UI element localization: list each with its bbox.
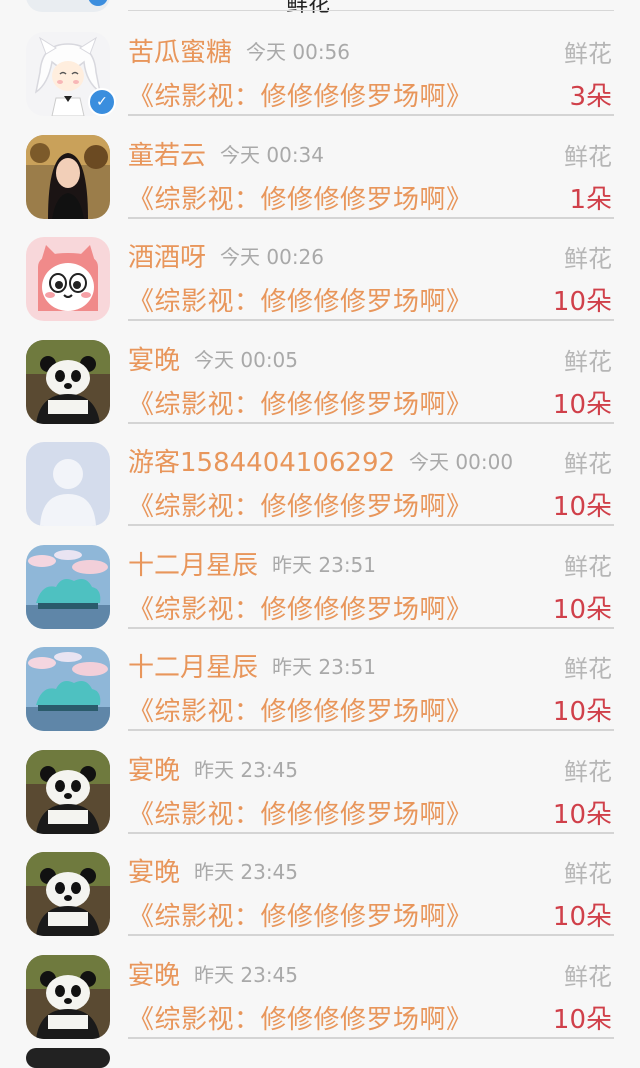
flower-count: 10朵 — [552, 492, 612, 522]
username-label: 宴晚 — [128, 345, 181, 376]
avatar[interactable] — [26, 544, 110, 629]
flower-count: 10朵 — [552, 697, 612, 727]
avatar[interactable] — [26, 339, 110, 424]
book-title-link[interactable]: 《综影视：修修修修罗场啊》 — [128, 794, 473, 831]
username[interactable]: 十二月星辰 昨天 23:51 — [128, 545, 376, 582]
flower-count: 10朵 — [552, 799, 612, 830]
gift-type-label: 鲜花 — [564, 757, 612, 786]
username[interactable]: 宴晚 昨天 23:45 — [128, 955, 298, 992]
flower-count: 1朵 — [569, 184, 612, 215]
username[interactable]: 十二月星辰 昨天 23:51 — [128, 647, 376, 684]
list-item[interactable]: 十二月星辰 昨天 23:51 鲜花《综影视：修修修修罗场啊》 10朵 — [0, 641, 640, 744]
timestamp: 昨天 23:45 — [194, 962, 299, 987]
flower-count: 10朵 — [552, 389, 612, 420]
divider — [128, 10, 614, 11]
divider — [128, 216, 614, 219]
timestamp: 今天 00:34 — [220, 142, 325, 167]
list-item[interactable]: 童若云 今天 00:34 鲜花《综影视：修修修修罗场啊》 1朵 — [0, 129, 640, 232]
timestamp: 今天 00:56 — [246, 40, 351, 64]
gift-type-label: 鲜花 — [564, 450, 612, 478]
username[interactable]: 酒酒呀 今天 00:26 — [128, 237, 324, 274]
username-label: 十二月星辰 — [128, 550, 259, 581]
list-item[interactable]: 宴晚 今天 00:05 鲜花《综影视：修修修修罗场啊》 10朵 — [0, 334, 640, 437]
avatar[interactable] — [26, 237, 110, 321]
flower-count: 10朵 — [552, 287, 612, 317]
timestamp: 今天 00:26 — [220, 245, 325, 269]
avatar[interactable] — [26, 852, 110, 936]
username-label: 童若云 — [128, 140, 207, 171]
username[interactable]: 苦瓜蜜糖 今天 00:56 — [128, 32, 350, 69]
list-item[interactable]: ✓ 苦瓜蜜糖 今天 00:56 鲜花《综影视：修修修修罗场啊》 3朵 — [0, 26, 640, 129]
avatar[interactable] — [26, 749, 110, 834]
username-label: 十二月星辰 — [128, 653, 259, 683]
divider — [128, 114, 614, 116]
timestamp: 今天 00:05 — [194, 347, 299, 372]
username-label: 宴晚 — [128, 858, 181, 888]
flower-count: 10朵 — [552, 594, 612, 625]
verified-badge-icon: ✓ — [88, 88, 116, 116]
gift-type-label: 鲜花 — [564, 655, 612, 683]
divider — [128, 934, 614, 936]
gift-type-label: 鲜花 — [564, 962, 612, 991]
book-title-link[interactable]: 《综影视：修修修修罗场啊》 — [128, 999, 473, 1036]
list-item[interactable]: 宴晚 昨天 23:45 鲜花《综影视：修修修修罗场啊》 10朵 — [0, 744, 640, 847]
flower-count: 10朵 — [552, 902, 612, 932]
divider — [128, 1036, 614, 1039]
divider — [128, 626, 614, 629]
gift-type-label: 鲜花 — [564, 552, 612, 581]
gift-type-label: 鲜花 — [564, 245, 612, 273]
username-label: 酒酒呀 — [128, 243, 207, 273]
flower-gift-list: ✓ 苦瓜蜜糖 今天 00:56 鲜花 《综影视：修修修修罗场啊》 3朵 童若云 今天 00:3… — [0, 26, 640, 1051]
username[interactable]: 宴晚 昨天 23:45 — [128, 750, 298, 787]
gift-type-label: 鲜花 — [564, 40, 612, 68]
username[interactable]: 童若云 今天 00:34 — [128, 135, 324, 172]
divider — [128, 421, 614, 424]
gift-type-label: 鲜花 — [564, 860, 612, 888]
gift-type-label: 鲜花 — [564, 347, 612, 376]
book-title-link[interactable]: 《综影视：修修修修罗场啊》 — [128, 281, 473, 318]
flower-count: 10朵 — [552, 1004, 612, 1035]
timestamp: 昨天 23:51 — [272, 552, 377, 577]
username-label: 游客1584404106292 — [128, 448, 396, 478]
timestamp: 昨天 23:51 — [272, 655, 377, 679]
timestamp: 今天 00:00 — [409, 450, 514, 474]
book-title-link[interactable]: 《综影视：修修修修罗场啊》 — [128, 76, 473, 113]
divider — [128, 729, 614, 731]
list-item[interactable]: 游客1584404106292 今天 00:00 鲜花《综影视：修修修修罗场啊》 10… — [0, 436, 640, 539]
cut-off-label: 鲜花 — [286, 0, 331, 17]
book-title-link[interactable]: 《综影视：修修修修罗场啊》 — [128, 589, 473, 626]
timestamp: 昨天 23:45 — [194, 757, 299, 782]
book-title-link[interactable]: 《综影视：修修修修罗场啊》 — [128, 179, 473, 216]
avatar[interactable] — [26, 647, 110, 731]
next-row-avatar-fragment — [26, 1048, 110, 1068]
username-label: 宴晚 — [128, 960, 181, 991]
divider — [128, 831, 614, 834]
username-label: 宴晚 — [128, 755, 181, 786]
divider — [128, 319, 614, 321]
avatar[interactable] — [26, 954, 110, 1039]
username-label: 苦瓜蜜糖 — [128, 38, 233, 68]
list-item[interactable]: 十二月星辰 昨天 23:51 鲜花《综影视：修修修修罗场啊》 10朵 — [0, 539, 640, 642]
book-title-link[interactable]: 《综影视：修修修修罗场啊》 — [128, 384, 473, 421]
flower-count: 3朵 — [569, 82, 612, 112]
username[interactable]: 宴晚 昨天 23:45 — [128, 852, 298, 889]
gift-type-label: 鲜花 — [564, 142, 612, 171]
avatar[interactable] — [26, 134, 110, 219]
book-title-link[interactable]: 《综影视：修修修修罗场啊》 — [128, 691, 473, 728]
list-item[interactable]: 宴晚 昨天 23:45 鲜花《综影视：修修修修罗场啊》 10朵 — [0, 846, 640, 949]
book-title-link[interactable]: 《综影视：修修修修罗场啊》 — [128, 896, 473, 933]
username[interactable]: 游客1584404106292 今天 00:00 — [128, 442, 513, 479]
book-title-link[interactable]: 《综影视：修修修修罗场啊》 — [128, 486, 473, 523]
list-item[interactable]: 酒酒呀 今天 00:26 鲜花《综影视：修修修修罗场啊》 10朵 — [0, 231, 640, 334]
avatar[interactable] — [26, 442, 110, 526]
previous-row-fragment: 鲜花 — [0, 0, 640, 26]
divider — [128, 524, 614, 526]
list-item[interactable]: 宴晚 昨天 23:45 鲜花《综影视：修修修修罗场啊》 10朵 — [0, 949, 640, 1052]
timestamp: 昨天 23:45 — [194, 860, 299, 884]
username[interactable]: 宴晚 今天 00:05 — [128, 340, 298, 377]
